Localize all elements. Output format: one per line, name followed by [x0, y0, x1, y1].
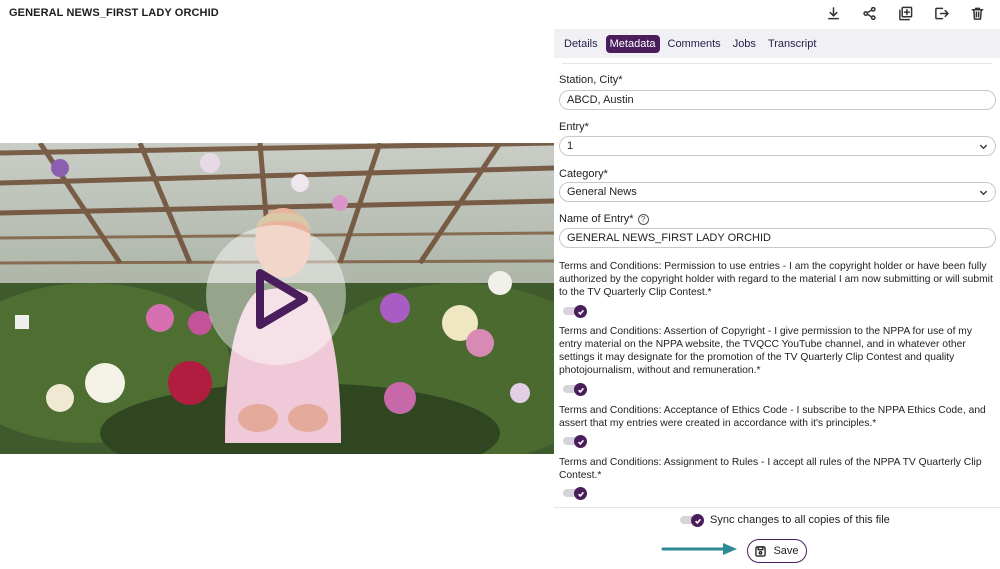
name-label-row: Name of Entry* ? [559, 213, 649, 225]
station-label: Station, City* [559, 74, 623, 86]
divider [562, 63, 992, 64]
share-icon[interactable] [860, 4, 878, 22]
chevron-down-icon [979, 144, 988, 150]
video-player[interactable] [0, 143, 554, 454]
category-value: General News [567, 186, 637, 198]
arrow-icon [661, 543, 737, 555]
station-field[interactable]: ABCD, Austin [559, 90, 996, 110]
tab-comments[interactable]: Comments [664, 35, 725, 53]
name-value: GENERAL NEWS_FIRST LADY ORCHID [567, 232, 771, 244]
category-select[interactable]: General News [559, 182, 996, 202]
checkmark-icon [574, 487, 587, 500]
trash-icon[interactable] [968, 4, 986, 22]
copy-add-icon[interactable] [896, 4, 914, 22]
file-toolbar [824, 4, 986, 22]
download-icon[interactable] [824, 4, 842, 22]
footer-divider [554, 507, 1000, 508]
name-label: Name of Entry* [559, 213, 634, 225]
terms-permission-text: Terms and Conditions: Permission to use … [559, 261, 993, 298]
tab-metadata[interactable]: Metadata [605, 34, 660, 53]
export-icon[interactable] [932, 4, 950, 22]
page-title: GENERAL NEWS_FIRST LADY ORCHID [9, 7, 219, 19]
chevron-down-icon [979, 190, 988, 196]
tab-bar: Details Metadata Comments Jobs Transcrip… [554, 29, 1000, 58]
sync-label: Sync changes to all copies of this file [710, 514, 890, 526]
save-label: Save [773, 545, 799, 557]
metadata-panel: Details Metadata Comments Jobs Transcrip… [554, 29, 1000, 569]
info-icon[interactable]: ? [637, 213, 649, 225]
station-value: ABCD, Austin [567, 94, 634, 106]
name-of-entry-field[interactable]: GENERAL NEWS_FIRST LADY ORCHID [559, 228, 996, 248]
checkmark-icon [574, 305, 587, 318]
sync-row: Sync changes to all copies of this file [680, 514, 890, 527]
terms-rules-toggle[interactable] [563, 487, 587, 500]
terms-copyright-text: Terms and Conditions: Assertion of Copyr… [559, 326, 973, 376]
save-button[interactable]: Save [747, 539, 807, 563]
tab-jobs[interactable]: Jobs [729, 35, 760, 53]
entry-value: 1 [567, 140, 574, 152]
entry-label: Entry* [559, 121, 589, 133]
entry-select[interactable]: 1 [559, 136, 996, 156]
tab-transcript[interactable]: Transcript [764, 35, 821, 53]
play-icon[interactable] [254, 267, 310, 331]
terms-ethics-text: Terms and Conditions: Acceptance of Ethi… [559, 405, 986, 429]
checkmark-icon [691, 514, 704, 527]
category-label: Category* [559, 168, 608, 180]
save-icon [755, 545, 767, 557]
terms-rules-text: Terms and Conditions: Assignment to Rule… [559, 457, 982, 481]
checkmark-icon [574, 383, 587, 396]
checkmark-icon [574, 435, 587, 448]
sync-toggle[interactable] [680, 514, 704, 527]
terms-ethics-toggle[interactable] [563, 435, 587, 448]
tab-details[interactable]: Details [560, 35, 602, 53]
terms-permission-toggle[interactable] [563, 305, 587, 318]
terms-copyright-toggle[interactable] [563, 383, 587, 396]
